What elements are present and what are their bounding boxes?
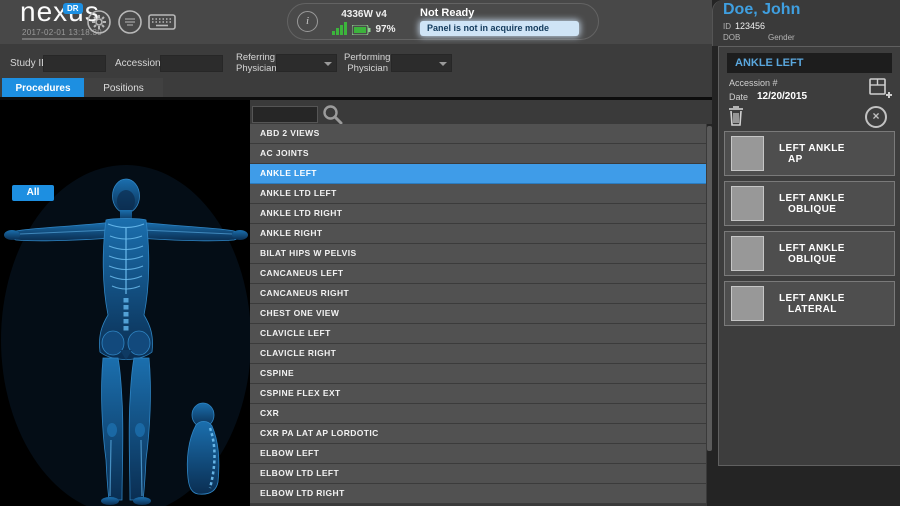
patient-dob-label: DOB	[723, 33, 740, 42]
view-label: LEFT ANKLE LATERAL	[779, 293, 845, 315]
performing-physician-label: Performing Physician	[344, 52, 388, 74]
performing-physician-select[interactable]	[391, 54, 452, 72]
procedures-list-panel: ABD 2 VIEWSAC JOINTSANKLE LEFTANKLE LTD …	[250, 100, 712, 506]
tab-procedures[interactable]: Procedures	[2, 78, 84, 99]
procedure-list-item[interactable]: CLAVICLE RIGHT	[250, 344, 706, 364]
close-study-button[interactable]: ×	[865, 106, 887, 128]
keyboard-icon	[147, 9, 177, 35]
procedure-list-item[interactable]: ABD 2 VIEWS	[250, 124, 706, 144]
view-card[interactable]: LEFT ANKLE LATERAL	[724, 281, 895, 326]
skeleton-body-image[interactable]	[0, 100, 250, 506]
keyboard-button[interactable]	[147, 9, 177, 35]
study-id-input[interactable]	[43, 55, 106, 72]
procedure-list-item[interactable]: ELBOW LEFT	[250, 444, 706, 464]
view-thumbnail	[731, 186, 764, 221]
close-icon: ×	[872, 109, 879, 123]
procedure-list-item[interactable]: ANKLE LTD LEFT	[250, 184, 706, 204]
ready-state-block: Not Ready Panel is not in acquire mode	[420, 7, 579, 36]
top-bar: nexus DR 2017-02-01 13:18:39	[0, 0, 712, 44]
delete-study-button[interactable]	[728, 105, 744, 126]
procedure-list-item[interactable]: ELBOW LTD LEFT	[250, 464, 706, 484]
app-window: nexus DR 2017-02-01 13:18:39	[0, 0, 900, 506]
procedure-list-item[interactable]: BILAT HIPS W PELVIS	[250, 244, 706, 264]
datetime-underline	[22, 38, 82, 40]
console-button[interactable]	[117, 9, 143, 35]
selected-study-card: ANKLE LEFT Accession # Date 12/20/2015	[718, 46, 900, 466]
battery-percent: 97%	[375, 24, 395, 35]
view-card[interactable]: LEFT ANKLE AP	[724, 131, 895, 176]
procedure-list-item[interactable]: CSPINE	[250, 364, 706, 384]
view-label: LEFT ANKLE AP	[779, 143, 845, 165]
view-card[interactable]: LEFT ANKLE OBLIQUE	[724, 181, 895, 226]
gear-icon	[86, 9, 112, 35]
view-list: LEFT ANKLE AP LEFT ANKLE OBLIQUE LEFT AN…	[724, 131, 895, 326]
procedure-list-item[interactable]: ANKLE RIGHT	[250, 224, 706, 244]
detector-status-panel: i 4336W v4 97%	[287, 3, 599, 40]
trash-icon	[728, 105, 744, 126]
referring-physician-select[interactable]	[276, 54, 337, 72]
patient-header[interactable]: Doe, John ID 123456 DOB Gender	[712, 0, 900, 46]
detector-block: 4336W v4 97%	[318, 9, 410, 35]
view-label: LEFT ANKLE OBLIQUE	[779, 243, 845, 265]
patient-gender-label: Gender	[768, 33, 795, 42]
signal-icon	[332, 22, 348, 35]
referring-physician-label: Referring Physician	[236, 52, 274, 74]
procedure-list-item[interactable]: ANKLE LTD RIGHT	[250, 204, 706, 224]
study-date-label: Date	[729, 92, 748, 102]
view-label: LEFT ANKLE OBLIQUE	[779, 193, 845, 215]
study-accession-label: Accession #	[729, 78, 778, 88]
view-thumbnail	[731, 236, 764, 271]
body-map-panel: All	[0, 100, 250, 506]
all-regions-button[interactable]: All	[12, 185, 54, 201]
ready-state-message: Panel is not in acquire mode	[420, 21, 579, 36]
accession-input[interactable]	[160, 55, 223, 72]
dr-badge: DR	[63, 3, 83, 14]
study-date-value: 12/20/2015	[757, 91, 807, 102]
study-panel-region: Doe, John ID 123456 DOB Gender ANKLE LEF…	[712, 0, 900, 506]
procedure-list-item[interactable]: CSPINE FLEX EXT	[250, 384, 706, 404]
procedure-list-item[interactable]: CXR	[250, 404, 706, 424]
procedure-list: ABD 2 VIEWSAC JOINTSANKLE LEFTANKLE LTD …	[250, 124, 706, 506]
detector-name: 4336W v4	[318, 9, 410, 20]
patient-name: Doe, John	[723, 1, 800, 19]
procedure-list-item[interactable]: CHEST ONE VIEW	[250, 304, 706, 324]
procedure-list-item[interactable]: ELBOW LTD RIGHT	[250, 484, 706, 504]
tab-positions[interactable]: Positions	[84, 78, 163, 99]
procedure-list-item[interactable]: CXR PA LAT AP LORDOTIC	[250, 424, 706, 444]
search-icon[interactable]	[322, 104, 343, 125]
procedure-list-item[interactable]: ANKLE LEFT	[250, 164, 706, 184]
battery-icon	[352, 25, 371, 35]
ready-state-title: Not Ready	[420, 7, 579, 19]
study-title: ANKLE LEFT	[727, 53, 892, 73]
procedure-search-input[interactable]	[252, 106, 318, 123]
view-thumbnail	[731, 136, 764, 171]
view-card[interactable]: LEFT ANKLE OBLIQUE	[724, 231, 895, 276]
patient-id-label: ID	[723, 22, 731, 31]
add-study-icon	[868, 77, 892, 101]
console-icon	[117, 9, 143, 35]
info-icon[interactable]: i	[297, 11, 318, 32]
procedure-list-item[interactable]: CLAVICLE LEFT	[250, 324, 706, 344]
view-thumbnail	[731, 286, 764, 321]
settings-button[interactable]	[86, 9, 112, 35]
add-view-button[interactable]	[868, 77, 892, 101]
patient-id-value: 123456	[735, 21, 765, 31]
procedure-list-item[interactable]: CANCANEUS RIGHT	[250, 284, 706, 304]
procedure-list-item[interactable]: CANCANEUS LEFT	[250, 264, 706, 284]
procedure-list-item[interactable]: AC JOINTS	[250, 144, 706, 164]
